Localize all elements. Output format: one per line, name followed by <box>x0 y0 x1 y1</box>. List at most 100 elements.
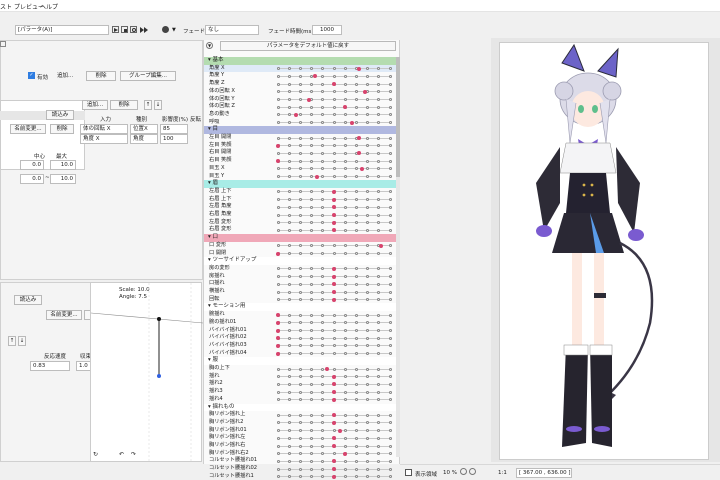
param-row[interactable]: 胸リボン揺れ2 <box>204 419 396 427</box>
param-slider[interactable] <box>276 112 392 117</box>
delete-group-button[interactable]: 削除 <box>86 71 116 81</box>
param-slider[interactable] <box>276 413 392 418</box>
param-row[interactable]: 右眉 角度 <box>204 211 396 219</box>
input-row2-type[interactable]: 角度 <box>130 134 158 144</box>
param-row[interactable]: 右目 開閉 <box>204 149 396 157</box>
param-group-header[interactable]: ▾ 眉 <box>204 180 396 188</box>
param-row[interactable]: 左眉 角度 <box>204 203 396 211</box>
input-row1-type[interactable]: 位置X <box>130 124 158 134</box>
param-slider[interactable] <box>276 467 392 472</box>
param-row[interactable]: 左眉 変形 <box>204 219 396 227</box>
param-group-header[interactable]: ▾ ツーサイドアップ <box>204 257 396 265</box>
menu-item-tools[interactable]: スト <box>0 2 12 11</box>
param-group-header[interactable]: ▾ モーション用 <box>204 303 396 312</box>
param-value-handle[interactable] <box>332 282 336 287</box>
param-slider[interactable] <box>276 420 392 425</box>
dropdown-arrow-icon[interactable]: ▼ <box>172 27 176 33</box>
param-slider[interactable] <box>276 436 392 441</box>
param-slider[interactable] <box>276 382 392 387</box>
param-slider[interactable] <box>276 328 392 333</box>
param-value-handle[interactable] <box>332 382 336 387</box>
param-value-handle[interactable] <box>332 397 336 402</box>
param-value-handle[interactable] <box>356 151 361 156</box>
param-row[interactable]: 口揺れ <box>204 280 396 288</box>
ratio-button[interactable]: 1:1 <box>498 470 507 476</box>
param-slider[interactable] <box>276 343 392 348</box>
param-row[interactable]: 房揺れ <box>204 273 396 281</box>
param-slider[interactable] <box>276 266 392 271</box>
param-slider[interactable] <box>276 397 392 402</box>
param-slider[interactable] <box>276 251 392 256</box>
param-row[interactable]: 呼吸 <box>204 119 396 127</box>
param-value-handle[interactable] <box>349 120 354 125</box>
loop-icon[interactable] <box>130 26 137 33</box>
reaction-speed-value[interactable]: 0.83 <box>30 361 70 371</box>
param-row[interactable]: 胸リボン揺れ左 <box>204 434 396 442</box>
param-row[interactable]: 横揺れ <box>204 288 396 296</box>
param-value-handle[interactable] <box>379 243 384 248</box>
group-edit-button[interactable]: グループ編集... <box>120 71 176 81</box>
play-icon[interactable] <box>112 26 119 33</box>
param-slider[interactable] <box>276 136 392 141</box>
reset-params-button[interactable]: パラメータをデフォルト値に戻す <box>220 41 396 51</box>
lower-down-icon[interactable]: ↓ <box>18 336 26 346</box>
param-slider[interactable] <box>276 297 392 302</box>
param-row[interactable]: バイバイ揺れ03 <box>204 342 396 350</box>
input-add-button[interactable]: 追加... <box>82 100 108 110</box>
zoom-in-icon[interactable] <box>469 468 476 475</box>
param-slider[interactable] <box>276 313 392 318</box>
center-value[interactable]: 0.0 <box>20 160 44 170</box>
param-slider[interactable] <box>276 459 392 464</box>
param-slider[interactable] <box>276 74 392 79</box>
param-group-header[interactable]: ▾ 口 <box>204 234 396 242</box>
undo-icon[interactable]: ↶ <box>119 451 124 458</box>
param-value-handle[interactable] <box>332 474 336 479</box>
param-slider[interactable] <box>276 351 392 356</box>
param-row[interactable]: バイバイ揺れ02 <box>204 334 396 342</box>
param-group-header[interactable]: ▾ 目 <box>204 126 396 134</box>
input-row1-input[interactable]: 体の回転 X <box>80 124 128 134</box>
param-value-handle[interactable] <box>337 428 342 433</box>
param-group-header[interactable]: ▾ 服 <box>204 357 396 365</box>
param-row[interactable]: 口 変形 <box>204 242 396 250</box>
param-slider[interactable] <box>276 290 392 295</box>
param-value-handle[interactable] <box>332 189 336 194</box>
param-slider[interactable] <box>276 205 392 210</box>
param-value-handle[interactable] <box>332 205 336 210</box>
param-value-handle[interactable] <box>325 367 330 372</box>
param-row[interactable]: 目玉 X <box>204 165 396 173</box>
param-value-handle[interactable] <box>332 436 336 441</box>
param-row[interactable]: 角度 Z <box>204 80 396 88</box>
param-slider[interactable] <box>276 220 392 225</box>
param-slider[interactable] <box>276 390 392 395</box>
max-value[interactable]: 10.0 <box>50 160 76 170</box>
param-value-handle[interactable] <box>332 197 336 202</box>
fade-time-input[interactable]: 1000 <box>312 25 342 35</box>
param-slider[interactable] <box>276 428 392 433</box>
param-value-handle[interactable] <box>332 228 336 233</box>
move-down-icon[interactable]: ↓ <box>154 100 162 110</box>
move-up-icon[interactable]: ↑ <box>144 100 152 110</box>
param-slider[interactable] <box>276 120 392 125</box>
param-slider[interactable] <box>276 243 392 248</box>
rename-button[interactable]: 名前変更... <box>10 124 46 134</box>
param-value-handle[interactable] <box>360 166 364 171</box>
param-row[interactable]: 右目 笑顔 <box>204 157 396 165</box>
param-slider[interactable] <box>276 166 392 171</box>
collapse-icon[interactable] <box>0 41 6 47</box>
param-slider[interactable] <box>276 189 392 194</box>
param-row[interactable]: 胸リボン揺れ上 <box>204 411 396 419</box>
param-value-handle[interactable] <box>332 420 336 425</box>
lower-rename-button[interactable]: 名前変更... <box>46 310 82 320</box>
param-slider[interactable] <box>276 282 392 287</box>
pendulum-preview[interactable]: Scale: 10.0 Angle: 7.5 ↻ ↶ ↷ <box>90 282 203 463</box>
zoom-out-icon[interactable] <box>460 468 467 475</box>
param-slider[interactable] <box>276 213 392 218</box>
param-value-handle[interactable] <box>293 112 298 117</box>
input-row2-input[interactable]: 角度 X <box>80 134 128 144</box>
redo-icon[interactable]: ↷ <box>131 451 136 458</box>
record-icon[interactable] <box>162 26 169 33</box>
param-value-handle[interactable] <box>332 459 336 464</box>
visible-checkbox[interactable]: ✓ <box>28 72 35 79</box>
param-row[interactable]: 右眉 上下 <box>204 196 396 204</box>
